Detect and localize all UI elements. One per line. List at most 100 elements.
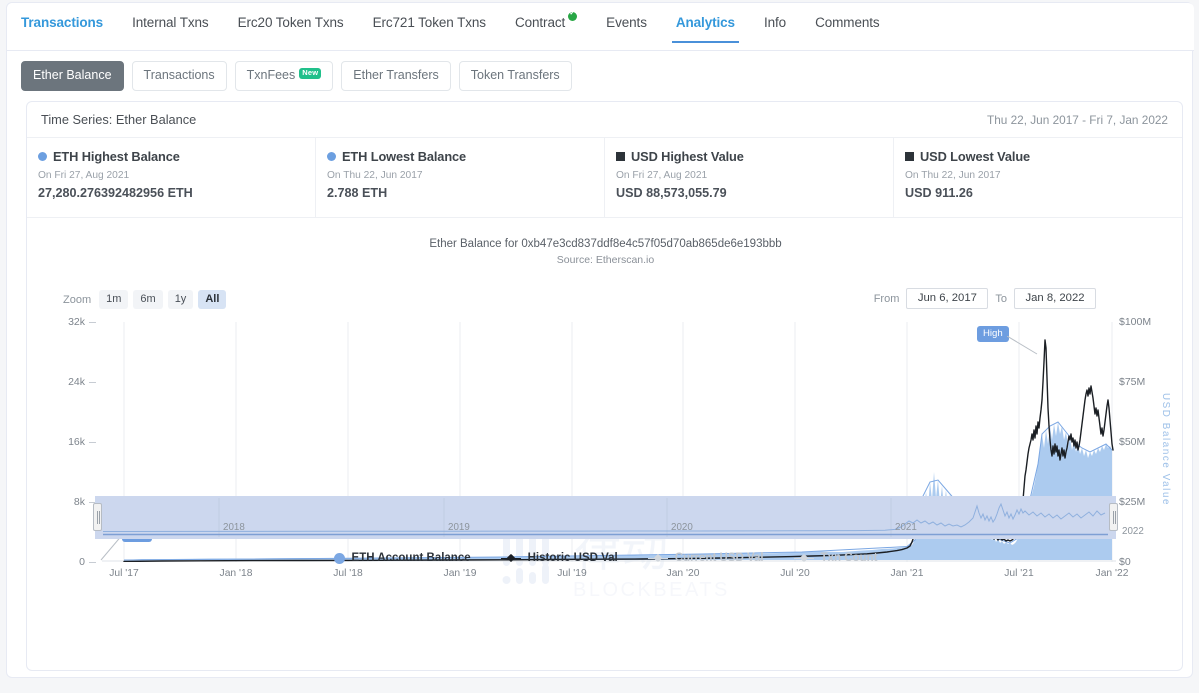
stat-card-eth-lowest: ETH Lowest Balance On Thu 22, Jun 2017 2…: [316, 138, 605, 217]
svg-text:BLOCKBEATS: BLOCKBEATS: [573, 579, 730, 601]
blue-dot-icon: [327, 152, 336, 161]
range-navigator[interactable]: 2018 2019 2020 2021: [93, 496, 1118, 539]
stat-card-usd-highest: USD Highest Value On Fri 27, Aug 2021 US…: [605, 138, 894, 217]
legend-item-historic-usd-val[interactable]: Historic USD Val: [500, 552, 618, 564]
navigator-end-year: 2022: [1122, 526, 1144, 537]
date-to-input[interactable]: Jan 8, 2022: [1014, 288, 1096, 309]
legend-label: Txn Count: [820, 552, 878, 564]
navigator-year: 2021: [895, 522, 917, 533]
subnav-label: Token Transfers: [470, 68, 560, 82]
x-tick: Jul '20: [780, 568, 810, 579]
zoom-label: Zoom: [63, 293, 92, 306]
x-tick: Jan '20: [666, 568, 700, 579]
stat-head: ETH Lowest Balance: [327, 149, 604, 164]
y-tick-right: $100M: [1119, 316, 1152, 328]
annotation-flag-high[interactable]: High: [977, 326, 1009, 343]
time-series-panel: Time Series: Ether Balance Thu 22, Jun 2…: [26, 101, 1183, 671]
navigator-handle-left[interactable]: [93, 503, 102, 531]
y-axis-left: 32k 24k 16k 8k 0: [47, 314, 99, 570]
x-tick: Jan '19: [443, 568, 477, 579]
x-tick: Jan '21: [890, 568, 924, 579]
legend-item-eth-account-balance[interactable]: ETH Account Balance: [333, 552, 471, 564]
from-label: From: [873, 292, 900, 305]
tab-erc20-token-txns[interactable]: Erc20 Token Txns: [238, 15, 344, 43]
zoom-button-all[interactable]: All: [198, 290, 227, 310]
panel-title: Time Series: Ether Balance: [41, 112, 197, 127]
main-nav-tabs: Transactions Internal Txns Erc20 Token T…: [7, 3, 1194, 51]
zoom-controls: Zoom 1m 6m 1y All: [63, 290, 227, 310]
stat-value: USD 911.26: [905, 186, 973, 200]
navigator-handle-right[interactable]: [1109, 503, 1118, 531]
new-badge: New: [299, 68, 322, 79]
y-tick-left: 24k: [68, 376, 96, 388]
stat-date: On Thu 22, Jun 2017: [905, 170, 1001, 181]
legend-item-current-usd-val[interactable]: Current USD Val: [647, 552, 764, 564]
zoom-button-6m[interactable]: 6m: [133, 290, 163, 310]
y-tick-right: $75M: [1119, 376, 1146, 388]
subnav-txnfees[interactable]: TxnFees New: [234, 61, 334, 91]
tab-label: Transactions: [21, 15, 104, 30]
blue-circle-icon: [333, 552, 345, 564]
chart-source-text: Source: Etherscan.io: [556, 253, 655, 266]
stat-card-eth-highest: ETH Highest Balance On Fri 27, Aug 2021 …: [27, 138, 316, 217]
subnav-label: Transactions: [143, 68, 215, 82]
y-tick-left: 16k: [68, 436, 96, 448]
tab-erc721-token-txns[interactable]: Erc721 Token Txns: [373, 15, 486, 43]
chart-title: Ether Balance for 0xb47e3cd837ddf8e4c57f…: [27, 236, 1184, 268]
x-tick: Jan '22: [1095, 568, 1129, 579]
line-marker-icon: [647, 553, 668, 564]
y-tick-right: $25M: [1119, 496, 1146, 508]
tab-analytics[interactable]: Analytics: [671, 15, 740, 43]
stat-label: ETH Lowest Balance: [342, 149, 467, 164]
analytics-card: Transactions Internal Txns Erc20 Token T…: [6, 2, 1194, 678]
date-from-input[interactable]: Jun 6, 2017: [906, 288, 989, 309]
line-marker-icon: [500, 553, 521, 564]
stat-date: On Fri 27, Aug 2021: [616, 170, 708, 181]
zoom-button-1m[interactable]: 1m: [99, 290, 129, 310]
line-marker-icon: [793, 553, 814, 564]
y-tick-left: 32k: [68, 316, 96, 328]
zoom-button-1y[interactable]: 1y: [167, 290, 194, 310]
stat-head: USD Highest Value: [616, 149, 893, 164]
tab-label: Erc20 Token Txns: [237, 15, 344, 30]
stat-date: On Thu 22, Jun 2017: [327, 170, 423, 181]
tab-contract[interactable]: Contract: [514, 9, 578, 43]
tab-label: Analytics: [675, 15, 735, 30]
tab-transactions[interactable]: Transactions: [21, 15, 103, 43]
stat-value: 27,280.276392482956 ETH: [38, 186, 193, 200]
x-tick: Jan '18: [219, 568, 253, 579]
blue-dot-icon: [38, 152, 47, 161]
chart-title-text: Ether Balance for 0xb47e3cd837ddf8e4c57f…: [429, 238, 782, 250]
subnav-ether-transfers[interactable]: Ether Transfers: [341, 61, 451, 91]
x-tick: Jul '19: [557, 568, 587, 579]
panel-date-range: Thu 22, Jun 2017 - Fri 7, Jan 2022: [987, 112, 1168, 127]
x-tick: Jul '17: [109, 568, 139, 579]
analytics-page: Transactions Internal Txns Erc20 Token T…: [0, 0, 1199, 693]
tab-events[interactable]: Events: [606, 15, 647, 43]
stat-value: 2.788 ETH: [327, 186, 388, 200]
stats-row: ETH Highest Balance On Fri 27, Aug 2021 …: [27, 138, 1182, 218]
legend-item-txn-count[interactable]: Txn Count: [793, 552, 878, 564]
tab-label: Comments: [815, 15, 880, 30]
chart-type-button-group: Ether Balance Transactions TxnFees New Et…: [21, 61, 572, 91]
x-tick: Jul '21: [1004, 568, 1034, 579]
legend-label: ETH Account Balance: [351, 552, 471, 564]
chart-container: Ether Balance for 0xb47e3cd837ddf8e4c57f…: [27, 218, 1184, 669]
tab-comments[interactable]: Comments: [815, 15, 880, 43]
subnav-ether-balance[interactable]: Ether Balance: [21, 61, 124, 91]
subnav-token-transfers[interactable]: Token Transfers: [458, 61, 572, 91]
stat-card-usd-lowest: USD Lowest Value On Thu 22, Jun 2017 USD…: [894, 138, 1182, 217]
verified-check-icon: [568, 9, 578, 21]
x-axis: Jul '17 Jan '18 Jul '18 Jan '19 Jul '19 …: [102, 562, 1128, 582]
tab-internal-txns[interactable]: Internal Txns: [132, 15, 209, 43]
tab-label: Events: [606, 15, 647, 30]
tab-label: Info: [763, 15, 787, 30]
y-tick-right: $50M: [1119, 436, 1146, 448]
dark-square-icon: [905, 152, 914, 161]
stat-date: On Fri 27, Aug 2021: [38, 170, 130, 181]
date-range-controls: From Jun 6, 2017 To Jan 8, 2022: [874, 288, 1096, 309]
subnav-transactions[interactable]: Transactions: [131, 61, 227, 91]
tab-label: Contract: [514, 15, 566, 30]
tab-info[interactable]: Info: [764, 15, 786, 43]
tab-label: Erc721 Token Txns: [372, 15, 486, 30]
